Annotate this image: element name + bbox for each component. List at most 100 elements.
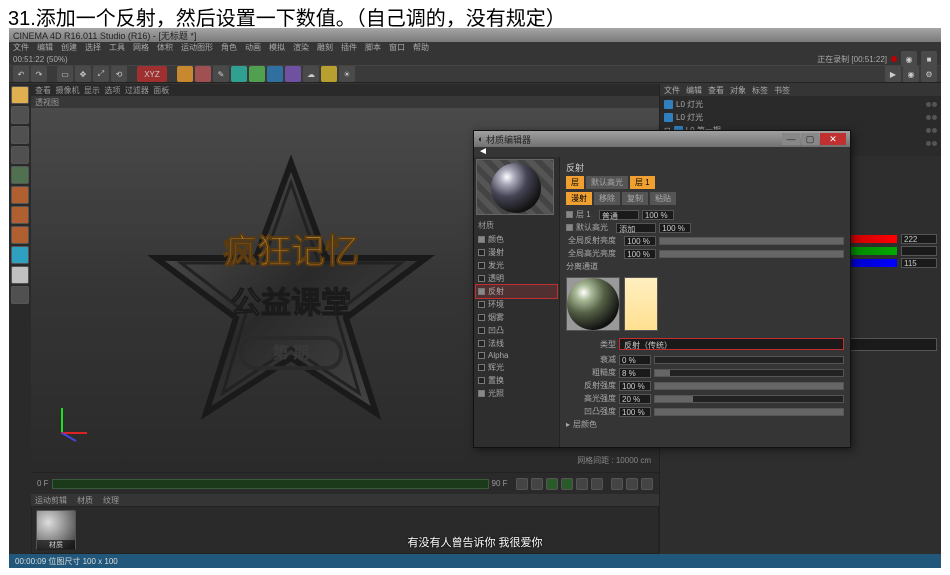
prim-icon[interactable] [177, 66, 193, 82]
menu-sim[interactable]: 模拟 [269, 42, 285, 53]
nurbs-icon[interactable] [249, 66, 265, 82]
tab-material[interactable]: 材质 [77, 495, 93, 506]
tool-2-icon[interactable] [11, 106, 29, 124]
menu-window[interactable]: 窗口 [389, 42, 405, 53]
refl-slider[interactable] [654, 382, 844, 390]
preset-a-val[interactable]: 100 % [642, 210, 674, 220]
checkbox-icon[interactable] [478, 390, 485, 397]
tool-4-icon[interactable] [11, 146, 29, 164]
grefl-slider[interactable] [659, 250, 844, 258]
bump-slider[interactable] [654, 408, 844, 416]
render-icon[interactable]: ▶ [885, 66, 901, 82]
menu-tools[interactable]: 工具 [109, 42, 125, 53]
rotate-icon[interactable]: ⟲ [111, 66, 127, 82]
vp-menu-view[interactable]: 查看 [35, 85, 51, 96]
tool-3-icon[interactable] [11, 126, 29, 144]
tool-1-icon[interactable] [11, 86, 29, 104]
checkbox-icon[interactable] [478, 275, 485, 282]
menu-create[interactable]: 创建 [61, 42, 77, 53]
layer-thumb[interactable] [566, 277, 620, 331]
gspec-val[interactable]: 100 % [624, 236, 656, 246]
chan-alpha[interactable]: Alpha [476, 350, 557, 361]
rough-slider[interactable] [654, 369, 844, 377]
rtab-bm[interactable]: 书签 [774, 85, 790, 96]
play-next-icon[interactable] [576, 478, 588, 490]
deform-icon[interactable] [285, 66, 301, 82]
play-prev-icon[interactable] [531, 478, 543, 490]
close-button[interactable]: ✕ [820, 133, 846, 145]
menu-edit[interactable]: 编辑 [37, 42, 53, 53]
me-paste-tab[interactable]: 粘贴 [650, 192, 676, 205]
minimize-button[interactable]: — [782, 133, 800, 145]
scale-icon[interactable]: ⤢ [93, 66, 109, 82]
play-back-icon[interactable] [546, 478, 558, 490]
cam-icon[interactable]: ◉ [901, 51, 917, 67]
menu-mograph[interactable]: 运动图形 [181, 42, 213, 53]
tool-10-icon[interactable] [11, 266, 29, 284]
settings-icon[interactable]: ⚙ [921, 66, 937, 82]
layer-color-thumb[interactable] [624, 277, 658, 331]
undo-icon[interactable]: ↶ [13, 66, 29, 82]
preset-b-val[interactable]: 100 % [659, 223, 691, 233]
xyz-icon[interactable]: XYZ [137, 66, 167, 82]
menu-anim[interactable]: 动画 [245, 42, 261, 53]
checkbox-icon[interactable] [478, 236, 485, 243]
tool-8-icon[interactable] [11, 226, 29, 244]
chan-fog[interactable]: 烟雾 [476, 311, 557, 324]
me-back-icon[interactable]: ◄ [478, 146, 488, 157]
key-opt-icon[interactable] [641, 478, 653, 490]
chan-normal[interactable]: 法线 [476, 337, 557, 350]
timeline-track[interactable] [52, 479, 489, 489]
me-titlebar[interactable]: ◐ 材质编辑器 — ▢ ✕ [474, 131, 850, 147]
rtab-tag[interactable]: 标签 [752, 85, 768, 96]
menu-select[interactable]: 选择 [85, 42, 101, 53]
tool-7-icon[interactable] [11, 206, 29, 224]
me-matname[interactable]: 材质 [476, 219, 557, 232]
menu-sculpt[interactable]: 雕刻 [317, 42, 333, 53]
preset-dd-b[interactable]: 添加 [616, 223, 656, 233]
chan-reflect[interactable]: 反射 [476, 285, 557, 298]
play-end-icon[interactable] [591, 478, 603, 490]
layer-color-expand[interactable]: 层颜色 [573, 419, 597, 430]
tool-5-icon[interactable] [11, 166, 29, 184]
autokey-icon[interactable] [626, 478, 638, 490]
me-remove-tab[interactable]: 移除 [594, 192, 620, 205]
gspec-slider[interactable] [659, 237, 844, 245]
tool-9-icon[interactable] [11, 246, 29, 264]
chan-color[interactable]: 颜色 [476, 233, 557, 246]
viewport-tab[interactable]: 透视图 [31, 96, 659, 108]
atten-val[interactable]: 0 % [619, 355, 651, 365]
chan-bump[interactable]: 凹凸 [476, 324, 557, 337]
cam-tool-icon[interactable] [321, 66, 337, 82]
vp-menu-panel[interactable]: 面板 [153, 85, 169, 96]
menu-character[interactable]: 角色 [221, 42, 237, 53]
maximize-button[interactable]: ▢ [801, 133, 819, 145]
tab-motion[interactable]: 运动剪辑 [35, 495, 67, 506]
vp-menu-cam[interactable]: 摄像机 [55, 85, 79, 96]
tool-6-icon[interactable] [11, 186, 29, 204]
chan-illum[interactable]: 光照 [476, 387, 557, 400]
chan-glow[interactable]: 辉光 [476, 361, 557, 374]
checkbox-icon[interactable] [478, 352, 485, 359]
menu-script[interactable]: 脚本 [365, 42, 381, 53]
atten-slider[interactable] [654, 356, 844, 364]
chan-trans[interactable]: 透明 [476, 272, 557, 285]
rec-key-icon[interactable] [611, 478, 623, 490]
chan-lumin[interactable]: 发光 [476, 259, 557, 272]
me-preview[interactable] [476, 159, 554, 215]
play-fwd-icon[interactable] [561, 478, 573, 490]
menu-file[interactable]: 文件 [13, 42, 29, 53]
checkbox-icon[interactable] [478, 314, 485, 321]
checkbox-icon[interactable] [478, 301, 485, 308]
light-icon[interactable]: ☀ [339, 66, 355, 82]
bump-val[interactable]: 100 % [619, 407, 651, 417]
menu-volume[interactable]: 体积 [157, 42, 173, 53]
spec-val[interactable]: 20 % [619, 394, 651, 404]
env-icon[interactable]: ☁ [303, 66, 319, 82]
checkbox-icon[interactable] [478, 262, 485, 269]
spec-slider[interactable] [654, 395, 844, 403]
vp-menu-options[interactable]: 选项 [104, 85, 120, 96]
tool-11-icon[interactable] [11, 286, 29, 304]
menu-plugins[interactable]: 插件 [341, 42, 357, 53]
pen-icon[interactable]: ✎ [213, 66, 229, 82]
